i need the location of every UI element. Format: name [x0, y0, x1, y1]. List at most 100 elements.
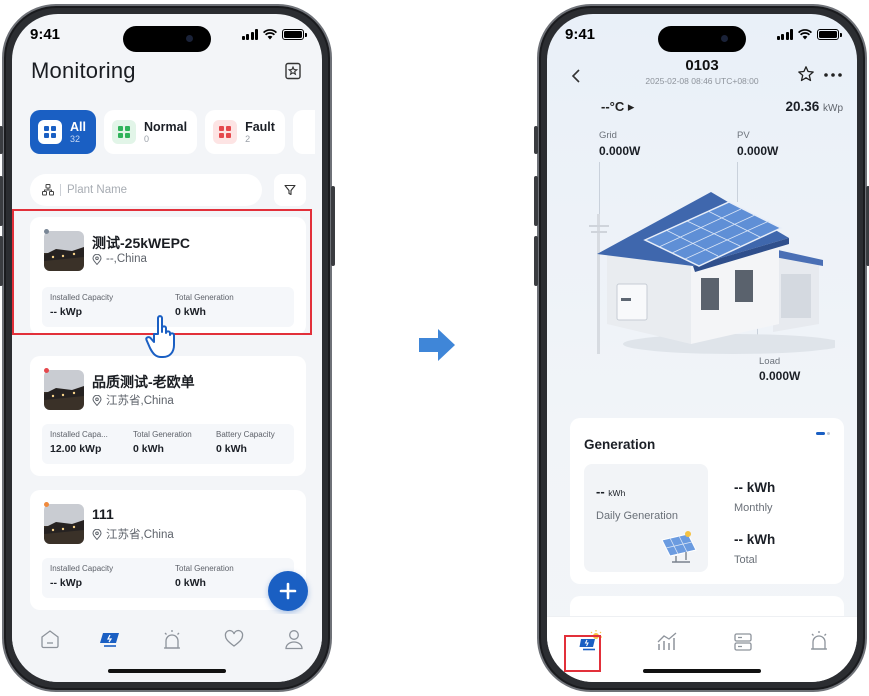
tab-alarms[interactable] [158, 626, 186, 652]
monthly-generation-value: -- kWh [734, 480, 776, 495]
transition-arrow-icon [419, 329, 455, 361]
signal-icon [776, 29, 793, 40]
plant-stats: Installed Capa... 12.00 kWp Total Genera… [42, 424, 294, 464]
daily-value-number: -- [596, 484, 605, 499]
plant-detail-screen: 9:41 0103 2025-02-08 08:46 UTC+08:00 --°… [547, 14, 857, 682]
status-time: 9:41 [565, 26, 596, 43]
fault-plants-icon [213, 120, 238, 144]
tab-statistics[interactable] [653, 629, 681, 655]
funnel-icon [284, 184, 296, 196]
generation-title: Generation [584, 437, 656, 452]
profile-icon [285, 630, 303, 650]
device-icon [734, 633, 752, 651]
plant-card[interactable]: 品质测试-老欧单 江苏省,China Installed Capa... 12.… [30, 356, 306, 476]
solar-station-icon [100, 633, 119, 647]
home-indicator [108, 669, 226, 673]
statistics-icon [657, 632, 677, 650]
plant-stats: Installed Capacity -- kWp Total Generati… [42, 558, 294, 598]
stat-total-generation: Total Generation 0 kWh [167, 558, 234, 598]
stat-label: Total Generation [175, 564, 234, 573]
daily-generation-box: -- kWh Daily Generation [584, 464, 708, 572]
power-button [331, 186, 335, 266]
solar-panel-icon [661, 531, 697, 563]
grid-label: Grid [599, 130, 617, 141]
status-bar: 9:41 [547, 14, 857, 58]
status-bar: 9:41 [12, 14, 322, 58]
add-plant-button[interactable] [268, 571, 308, 611]
wifi-icon [798, 29, 812, 40]
generation-card[interactable]: Generation -- kWh Daily Generation -- kW… [570, 418, 844, 584]
tab-profile[interactable] [280, 626, 308, 652]
stat-total-generation: Total Generation 0 kWh [125, 424, 208, 464]
tab-home[interactable] [36, 626, 64, 652]
search-divider [60, 184, 61, 196]
volume-up-button [0, 176, 3, 226]
plant-location-text: 江苏省,China [106, 395, 174, 407]
alarm-icon [164, 630, 180, 649]
side-button [0, 126, 3, 154]
filter-chip-all[interactable]: All 32 [30, 110, 96, 154]
stat-value: -- kWp [50, 577, 83, 589]
stat-installed-capacity: Installed Capacity -- kWp [42, 558, 167, 598]
stat-label: Total Generation [133, 430, 192, 439]
dynamic-island [123, 26, 211, 52]
grid-power-value: 0.000W [599, 144, 641, 158]
stat-battery-capacity: Battery Capacity 0 kWh [208, 424, 275, 464]
page-title: Monitoring [31, 58, 136, 83]
plant-thumbnail [44, 370, 84, 410]
filter-chip-fault[interactable]: Fault 2 [205, 110, 285, 154]
bookmark-star-icon[interactable] [284, 62, 302, 80]
tab-care[interactable] [220, 626, 248, 652]
daily-generation-value: -- kWh [596, 484, 625, 499]
battery-icon [282, 29, 307, 40]
normal-plants-icon [111, 120, 136, 144]
plant-location: 江苏省,China [92, 392, 174, 408]
plant-location: 江苏省,China [92, 526, 174, 542]
search-placeholder: Plant Name [67, 184, 128, 196]
filter-button[interactable] [274, 174, 306, 206]
dynamic-island [658, 26, 746, 52]
house-energy-illustration [589, 192, 835, 354]
stat-label: Installed Capacity [50, 564, 114, 573]
load-label: Load [759, 356, 781, 367]
wifi-icon [263, 29, 277, 40]
plant-location-text: 江苏省,China [106, 529, 174, 541]
tap-highlight-box [564, 635, 601, 672]
status-dot [44, 368, 49, 373]
filter-count: 0 [143, 133, 149, 144]
all-plants-icon [38, 120, 62, 144]
daily-generation-label: Daily Generation [596, 510, 678, 522]
filter-count: 2 [245, 133, 251, 144]
load-power-value: 0.000W [759, 369, 801, 383]
pv-label: PV [737, 130, 750, 141]
capacity-value: 20.36 [785, 99, 820, 114]
stat-value: 0 kWh [216, 443, 247, 455]
tab-alarms[interactable] [805, 627, 833, 653]
filter-chip-normal[interactable]: Normal 0 [103, 110, 198, 154]
home-icon [41, 630, 59, 649]
total-generation-label: Total [734, 554, 758, 566]
signal-icon [241, 29, 258, 40]
tab-plants[interactable] [96, 626, 124, 652]
phone-frame-plant-detail: 9:41 0103 2025-02-08 08:46 UTC+08:00 --°… [534, 4, 869, 692]
tap-hand-icon [145, 315, 175, 358]
filter-label: Fault [245, 119, 275, 134]
filter-count: 32 [70, 133, 81, 144]
battery-icon [817, 29, 842, 40]
stat-value: 0 kWh [133, 443, 164, 455]
volume-down-button [0, 236, 3, 286]
filter-label: All [70, 119, 86, 134]
plus-icon [279, 582, 297, 600]
phone-frame-monitoring: 9:41 Monitoring All 32 Normal 0 Fault 2 … [0, 4, 335, 692]
installed-capacity: 20.36 kWp [785, 99, 843, 114]
plant-search-input[interactable]: Plant Name [30, 174, 262, 206]
plant-card[interactable]: 111 江苏省,China Installed Capacity -- kWp … [30, 490, 306, 610]
filter-chip-more[interactable] [292, 110, 315, 154]
stat-installed-capacity: Installed Capa... 12.00 kWp [42, 424, 125, 464]
favorite-star-icon[interactable] [797, 65, 815, 83]
more-options-icon[interactable] [823, 72, 843, 78]
plant-name: 111 [92, 506, 114, 522]
status-time: 9:41 [30, 26, 61, 43]
tab-devices[interactable] [729, 629, 757, 655]
weather-temperature[interactable]: --°C ▸ [601, 99, 634, 115]
